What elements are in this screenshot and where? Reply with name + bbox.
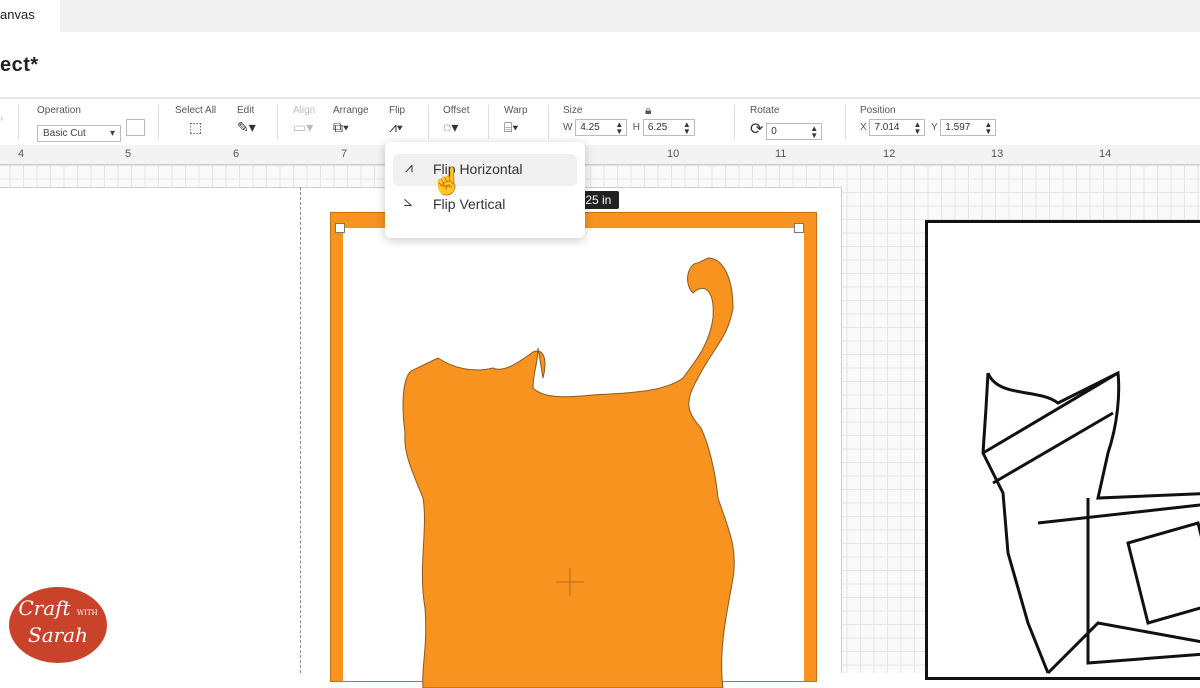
rotate-icon[interactable]: ⟳	[750, 119, 763, 139]
stepper-icon[interactable]: ▲ ▼	[683, 121, 691, 136]
arrange-icon[interactable]: ⧉▾	[333, 119, 349, 136]
caret-icon: ▾	[109, 128, 115, 139]
operation-group: Operation Basic Cut ▾	[37, 105, 145, 142]
ruler-label: 12	[883, 148, 896, 160]
offset-group[interactable]: Offset ◌▾	[443, 105, 470, 136]
select-all-group[interactable]: Select All ⬚	[175, 105, 216, 136]
y-input[interactable]: 1.597 ▲ ▼	[940, 119, 997, 136]
offset-icon[interactable]: ◌▾	[443, 119, 458, 136]
y-value: 1.597	[945, 122, 971, 133]
width-value: 4.25	[580, 122, 600, 133]
position-group: Position X 7.014 ▲ ▼ Y 1.597 ▲ ▼	[860, 105, 1020, 136]
menu-item-flip-vertical[interactable]: ⩘ Flip Vertical	[393, 189, 577, 221]
ruler-label: 10	[667, 148, 680, 160]
pencil-icon[interactable]: ✎▾	[237, 119, 256, 136]
resize-handle[interactable]	[794, 223, 804, 233]
flip-label: Flip	[389, 105, 406, 116]
edit-toolbar: › Operation Basic Cut ▾ Select All ⬚ Edit…	[0, 97, 1200, 145]
stepper-icon[interactable]: ▲ ▼	[615, 121, 623, 136]
offset-label: Offset	[443, 105, 470, 116]
logo-text: WITH	[76, 609, 98, 617]
align-label: Align	[293, 105, 316, 116]
width-input[interactable]: 4.25 ▲ ▼	[575, 119, 628, 136]
flip-vertical-label: Flip Vertical	[433, 196, 506, 212]
align-icon: ▭▾	[293, 119, 314, 135]
horizontal-ruler: 4 5 6 7 10 11 12 13 14	[0, 145, 1200, 165]
tab-canvas[interactable]: anvas	[0, 0, 60, 32]
logo-text: Sarah	[28, 623, 88, 647]
lock-icon[interactable]: 🔒︎	[645, 103, 651, 118]
ruler-label: 11	[775, 148, 787, 160]
rotate-label: Rotate	[750, 105, 780, 116]
guide-line	[300, 187, 301, 673]
geometric-cat-outline	[981, 370, 1200, 675]
height-input[interactable]: 6.25 ▲ ▼	[642, 119, 695, 136]
ruler-label: 14	[1099, 148, 1112, 160]
design-inner	[343, 228, 804, 688]
flip-vertical-icon: ⩘	[401, 198, 418, 207]
select-all-icon[interactable]: ⬚	[189, 119, 202, 136]
chevron-left-icon[interactable]: ›	[0, 113, 3, 124]
craft-with-sarah-logo: Craft WITH Sarah	[9, 587, 107, 663]
flip-group[interactable]: Flip ⩘▾	[389, 105, 405, 136]
stepper-icon[interactable]: ▲ ▼	[914, 121, 922, 136]
x-label: X	[860, 122, 867, 133]
position-label: Position	[860, 105, 896, 116]
edit-group[interactable]: Edit ✎▾	[237, 105, 256, 136]
rotate-group: Rotate ⟳ 0 ▲ ▼	[750, 105, 840, 140]
ruler-label: 7	[341, 148, 348, 160]
select-all-label: Select All	[175, 105, 217, 116]
height-label: H	[632, 122, 641, 133]
width-label: W	[563, 122, 573, 133]
arrange-label: Arrange	[333, 105, 369, 116]
size-group: Size W 4.25 ▲ ▼ H 6.25 ▲ ▼ 🔒︎	[563, 103, 733, 136]
ruler-label: 4	[18, 148, 25, 160]
y-label: Y	[931, 122, 938, 133]
rotate-value: 0	[771, 126, 777, 137]
geometric-cat-design[interactable]	[925, 220, 1200, 680]
ruler-label: 5	[125, 148, 132, 160]
warp-label: Warp	[504, 105, 528, 116]
selected-design[interactable]	[330, 212, 817, 688]
menu-item-flip-horizontal[interactable]: ⩘ Flip Horizontal	[393, 154, 577, 186]
edit-label: Edit	[237, 105, 255, 116]
project-title: ect*	[0, 54, 39, 76]
height-value: 6.25	[647, 122, 668, 133]
cat-silhouette	[402, 257, 735, 688]
warp-icon[interactable]: ⌸▾	[504, 119, 518, 136]
warp-group[interactable]: Warp ⌸▾	[504, 105, 528, 136]
flip-dropdown-menu: ⩘ Flip Horizontal ⩘ Flip Vertical ☝	[385, 142, 585, 238]
operation-value: Basic Cut	[43, 128, 86, 139]
flip-icon[interactable]: ⩘▾	[389, 119, 403, 136]
operation-label: Operation	[37, 105, 81, 116]
align-group: Align ▭▾	[293, 105, 315, 136]
stepper-icon[interactable]: ▲ ▼	[984, 121, 992, 136]
tab-bar: anvas	[0, 0, 1200, 32]
flip-horizontal-icon: ⩘	[405, 159, 413, 175]
ruler-label: 6	[233, 148, 240, 160]
operation-select[interactable]: Basic Cut ▾	[37, 125, 121, 142]
x-value: 7.014	[874, 122, 900, 133]
color-swatch[interactable]	[125, 119, 145, 136]
logo-text: Craft	[18, 596, 71, 620]
rotate-input[interactable]: 0 ▲ ▼	[766, 123, 823, 140]
x-input[interactable]: 7.014 ▲ ▼	[869, 119, 926, 136]
stepper-icon[interactable]: ▲ ▼	[810, 125, 818, 140]
arrange-group[interactable]: Arrange ⧉▾	[333, 105, 369, 136]
resize-handle[interactable]	[335, 223, 345, 233]
ruler-label: 13	[991, 148, 1004, 160]
hand-cursor-icon: ☝	[431, 166, 464, 196]
